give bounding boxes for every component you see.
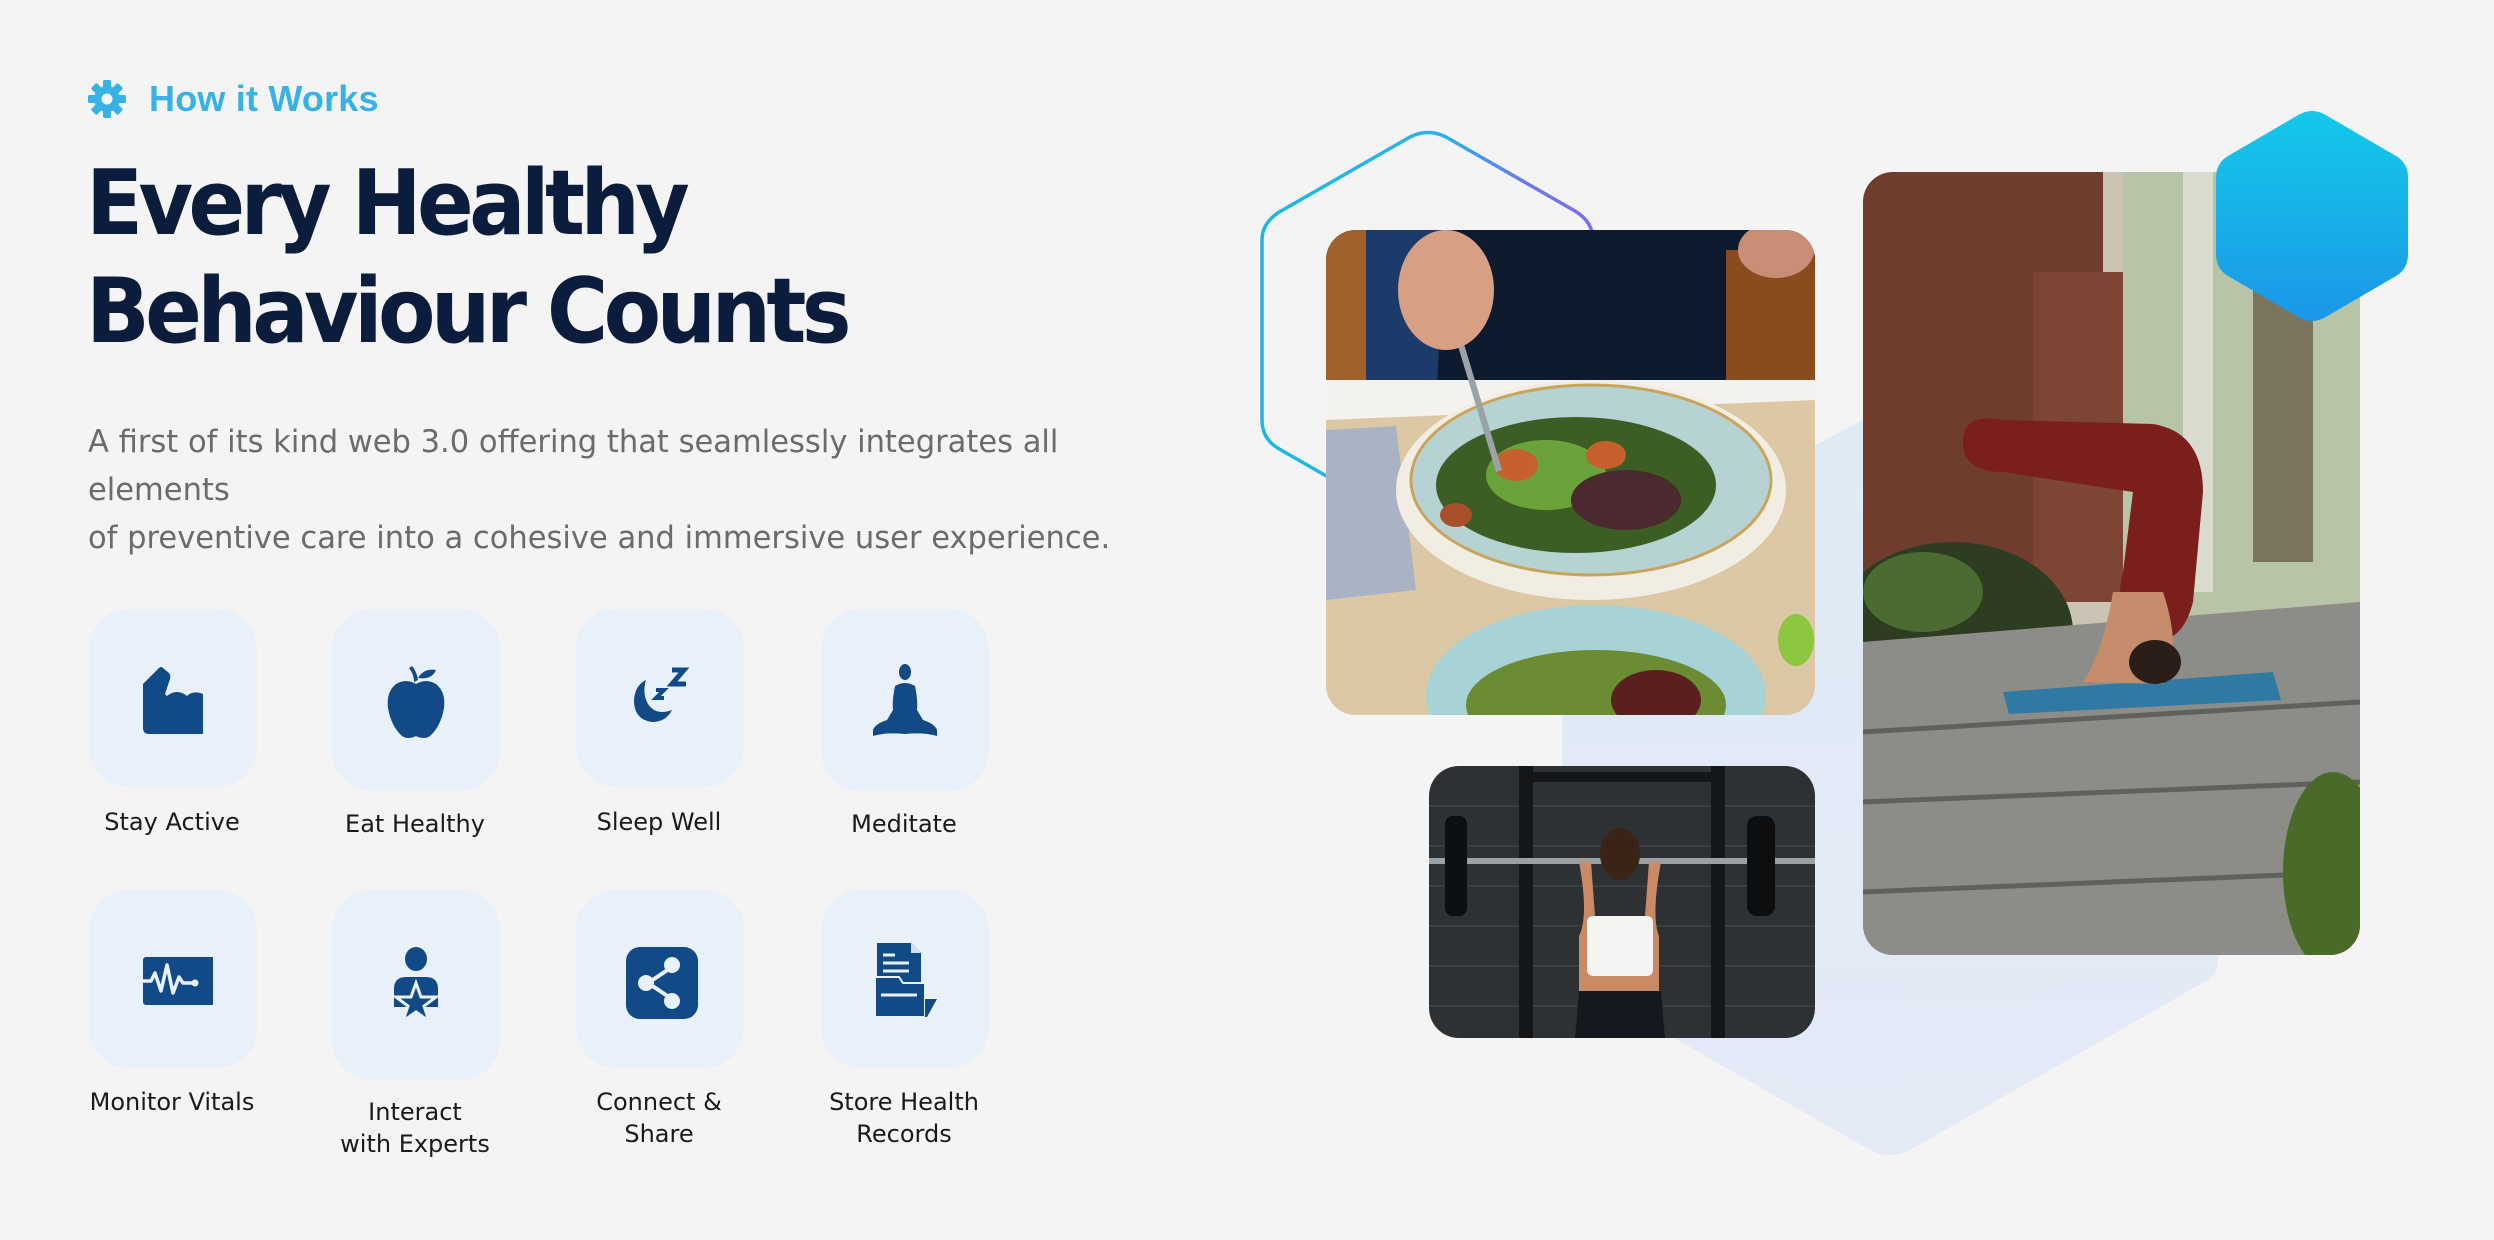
page-title-line: Every Healthy [86,151,690,256]
feature-tile-monitor-vitals[interactable] [89,890,257,1068]
feature-label-line: Interact [368,1098,462,1126]
section-eyebrow: How it Works [87,78,379,120]
share-icon [626,947,698,1019]
feature-tile-stay-active[interactable] [89,609,257,787]
feature-label-line: with Experts [340,1130,490,1158]
feature-tile-sleep-well[interactable] [576,609,744,787]
salad-photo [1326,230,1815,715]
feature-label: Store Health Records [784,1086,1024,1150]
feature-label: Meditate [851,810,957,838]
feature-label: Connect & Share [539,1086,779,1150]
heartbeat-monitor-icon [141,957,213,1005]
page-description-line: A first of its kind web 3.0 offering tha… [88,424,1059,508]
moon-sleep-icon [634,667,690,722]
feature-label: Stay Active [104,808,240,836]
page-title: Every Healthy Behaviour Counts [86,150,852,366]
page-description-line: of preventive care into a cohesive and i… [88,520,1111,556]
feature-label: Sleep Well [596,808,722,836]
apple-icon [387,666,445,738]
feature-tile-interact-with-experts[interactable] [332,890,500,1080]
feature-label-line: Share [624,1120,694,1148]
gear-icon [88,80,126,118]
feature-label-line: Store Health [829,1088,979,1116]
page-title-line: Behaviour Counts [86,259,852,364]
feature-tile-connect-share[interactable] [576,890,744,1068]
expert-star-icon [391,947,441,1025]
health-records-icon [874,943,937,1018]
feature-label-line: Records [856,1120,952,1148]
blue-hexagon-shape [2216,111,2408,321]
section-eyebrow-label: How it Works [149,78,379,119]
feature-tile-eat-healthy[interactable] [332,609,500,791]
meditation-icon [873,664,937,736]
page-description: A first of its kind web 3.0 offering tha… [88,418,1201,562]
feature-label-line: Connect & [596,1088,722,1116]
feature-label: Interact with Experts [295,1096,535,1160]
gym-photo [1429,766,1815,1038]
feature-label: Eat Healthy [345,810,485,838]
flexed-bicep-icon [143,667,203,734]
feature-label: Monitor Vitals [89,1088,255,1116]
feature-tile-meditate[interactable] [821,609,989,791]
feature-tile-store-health-records[interactable] [821,890,989,1068]
